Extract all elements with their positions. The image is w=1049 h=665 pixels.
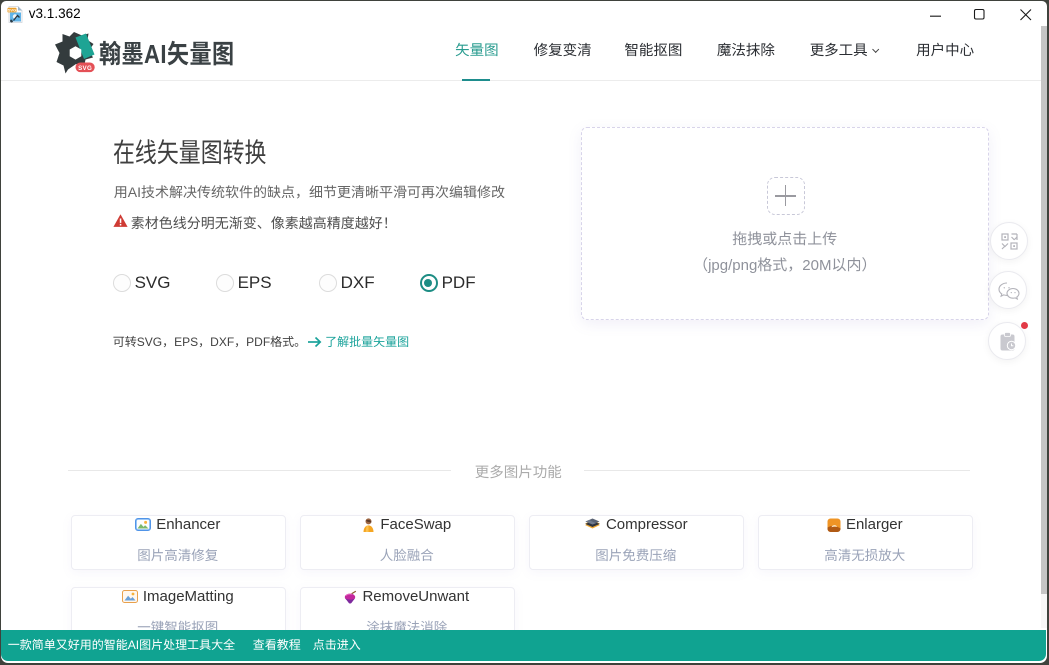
svg-text:SVG: SVG (78, 65, 92, 72)
svg-text:SVG: SVG (8, 7, 16, 12)
